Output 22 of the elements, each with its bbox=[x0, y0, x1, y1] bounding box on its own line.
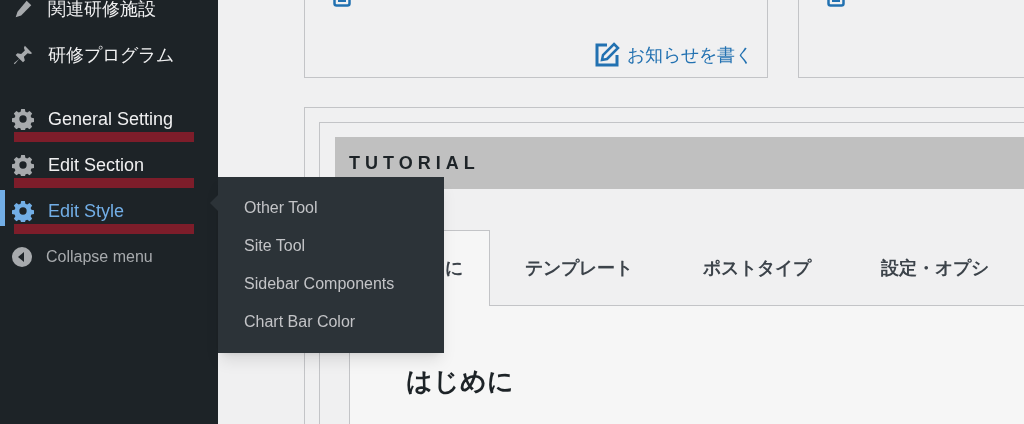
gear-icon bbox=[12, 154, 34, 176]
menu-item[interactable]: Edit Section bbox=[48, 151, 145, 179]
write-link[interactable]: お知らせを書く bbox=[593, 41, 753, 69]
menu-item[interactable]: Collapse menu bbox=[46, 245, 153, 269]
tab[interactable]: ポストタイプ bbox=[668, 230, 846, 306]
menu-item[interactable]: General Setting bbox=[48, 105, 174, 133]
tab[interactable]: 設定・オプシ bbox=[846, 230, 1024, 306]
collapse-icon bbox=[12, 247, 32, 267]
submenu-item[interactable]: Site Tool bbox=[244, 235, 444, 257]
pin-icon bbox=[12, 44, 34, 66]
submenu-item[interactable]: Chart Bar Color bbox=[244, 311, 444, 333]
menu-item[interactable]: Edit Style bbox=[48, 197, 125, 225]
menu-item[interactable]: 関連研修施設 bbox=[48, 0, 156, 23]
content-heading: はじめに bbox=[406, 365, 515, 398]
section-title: TUTORIAL bbox=[349, 151, 480, 175]
submenu-item[interactable]: Sidebar Components bbox=[244, 273, 444, 295]
gear-icon bbox=[12, 108, 34, 130]
submenu-item[interactable]: Other Tool bbox=[244, 197, 444, 219]
edit-icon bbox=[593, 41, 621, 69]
gear-icon bbox=[12, 200, 34, 222]
menu-item[interactable]: 研修プログラム bbox=[48, 41, 174, 69]
tab[interactable]: テンプレート bbox=[490, 230, 668, 306]
